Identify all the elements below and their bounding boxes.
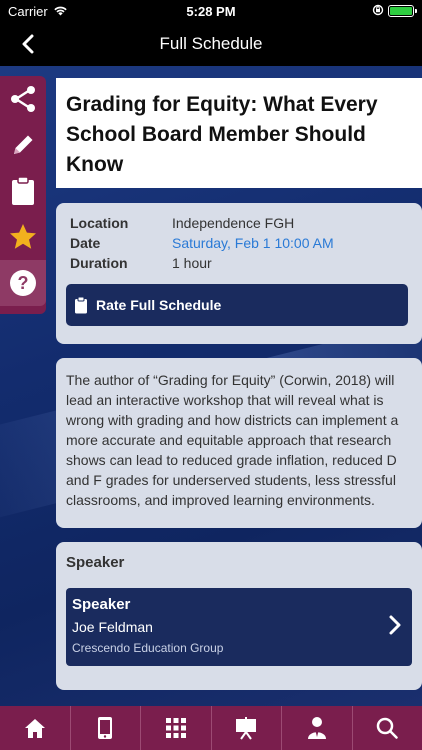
date-row: Date Saturday, Feb 1 10:00 AM <box>70 233 408 253</box>
clipboard-icon <box>12 176 34 205</box>
duration-value: 1 hour <box>172 255 212 271</box>
chevron-right-icon <box>389 615 401 635</box>
status-right <box>372 4 417 19</box>
notes-button[interactable] <box>0 122 46 168</box>
speaker-organization: Crescendo Education Group <box>72 641 224 655</box>
date-label: Date <box>70 235 101 251</box>
status-bar: Carrier 5:28 PM <box>0 0 422 22</box>
date-link[interactable]: Saturday, Feb 1 10:00 AM <box>172 235 334 251</box>
help-icon: ? <box>10 270 36 296</box>
speaker-item-label: Speaker <box>72 596 131 613</box>
favorite-button[interactable] <box>0 214 46 260</box>
location-row: Location Independence FGH <box>70 213 408 233</box>
nav-bar: Full Schedule <box>0 22 422 66</box>
mobile-icon <box>98 717 113 739</box>
speaker-name: Joe Feldman <box>72 619 153 635</box>
speaker-section-heading: Speaker <box>66 554 125 571</box>
svg-text:?: ? <box>18 273 29 293</box>
tab-attendees[interactable] <box>282 706 353 750</box>
tab-search[interactable] <box>353 706 422 750</box>
battery-icon <box>388 5 417 17</box>
status-time: 5:28 PM <box>186 3 236 19</box>
location-label: Location <box>70 215 129 231</box>
tab-grid[interactable] <box>141 706 212 750</box>
wifi-icon <box>53 4 68 19</box>
help-button[interactable]: ? <box>0 260 46 306</box>
nav-title: Full Schedule <box>159 34 263 53</box>
session-details-card: Location Independence FGH Date Saturday,… <box>56 203 422 344</box>
speaker-section: Speaker Speaker Joe Feldman Crescendo Ed… <box>56 542 422 690</box>
rate-button[interactable]: Rate Full Schedule <box>66 284 408 326</box>
session-description-card: The author of “Grading for Equity” (Corw… <box>56 358 422 528</box>
rate-button-label: Rate Full Schedule <box>96 297 222 313</box>
search-icon <box>377 717 398 739</box>
back-button[interactable] <box>14 30 42 58</box>
speaker-item[interactable]: Speaker Joe Feldman Crescendo Education … <box>66 588 412 666</box>
tab-mobile[interactable] <box>71 706 141 750</box>
pencil-icon <box>14 135 33 154</box>
status-left: Carrier <box>8 4 68 19</box>
rotation-lock-icon <box>372 4 384 19</box>
add-to-schedule-button[interactable] <box>0 168 46 214</box>
location-value: Independence FGH <box>172 215 295 231</box>
attendee-icon <box>307 717 326 739</box>
home-icon <box>24 719 45 738</box>
carrier-label: Carrier <box>8 3 48 19</box>
session-title: Grading for Equity: What Every School Bo… <box>66 93 378 176</box>
duration-row: Duration 1 hour <box>70 253 408 273</box>
tab-home[interactable] <box>0 706 71 750</box>
share-icon <box>11 86 35 112</box>
presentation-icon <box>236 717 257 740</box>
share-button[interactable] <box>0 76 46 122</box>
bottom-tab-bar <box>0 706 422 750</box>
duration-label: Duration <box>70 255 128 271</box>
star-icon <box>10 224 36 249</box>
action-rail: ? <box>0 76 46 314</box>
tab-presentation[interactable] <box>212 706 282 750</box>
grid-icon <box>165 718 186 738</box>
clipboard-icon <box>75 296 87 314</box>
session-title-card: Grading for Equity: What Every School Bo… <box>56 78 422 188</box>
session-description: The author of “Grading for Equity” (Corw… <box>66 372 399 508</box>
chevron-left-icon <box>22 34 34 54</box>
